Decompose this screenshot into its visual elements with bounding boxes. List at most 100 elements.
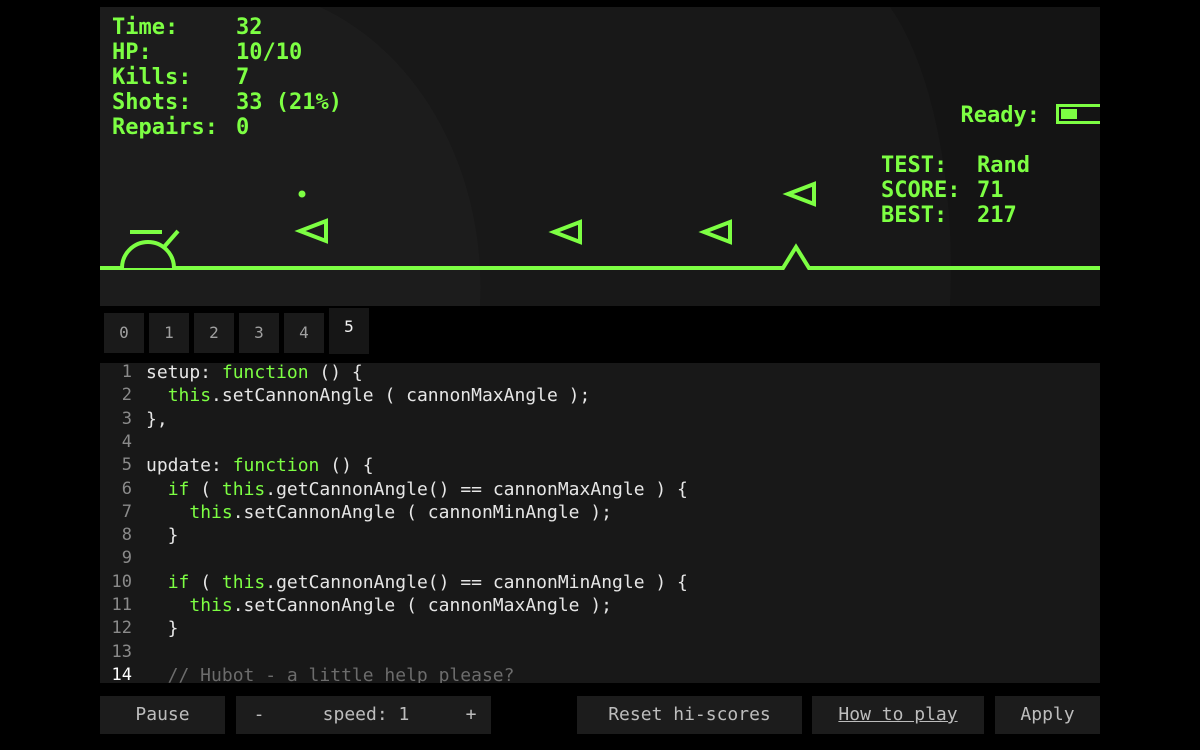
code-keyword: this [221,571,266,593]
code-line[interactable]: 1 setup: function () { [100,363,1100,384]
code-line[interactable]: 9 [100,547,1100,570]
hud-score-row: TEST: Rand [881,153,1100,178]
code-line[interactable]: 3}, [100,408,1100,431]
hud-stat-row: Shots: 33 (21%) [112,90,342,115]
code-token: () { [319,455,374,477]
hud-stat-label: Repairs: [112,115,218,140]
code-text: setup: function () { [146,363,363,384]
hud-stat-value: 32 [236,15,263,40]
hud-score-label: SCORE: [881,178,961,203]
code-keyword: if [167,478,190,500]
code-text: } [146,617,179,640]
how-to-play-link[interactable]: How to play [812,696,984,734]
line-number: 1 [121,363,132,382]
code-text: this.setCannonAngle ( cannonMaxAngle ); [146,594,612,617]
ready-meter-fill [1061,109,1078,119]
code-line[interactable]: 2 this.setCannonAngle ( cannonMaxAngle )… [100,384,1100,407]
line-number: 10 [111,571,132,592]
hud-score-row: BEST: 217 [881,203,1100,228]
code-line[interactable]: 7 this.setCannonAngle ( cannonMinAngle )… [100,501,1100,524]
code-text: if ( this.getCannonAngle() == cannonMinA… [146,571,688,594]
pause-button[interactable]: Pause [100,696,225,734]
code-token: }, [146,408,168,430]
line-number: 3 [121,408,132,429]
line-number: 13 [111,641,132,662]
line-number: 4 [121,431,132,452]
level-tabs: 012345 [104,308,374,354]
code-line[interactable]: 10 if ( this.getCannonAngle() == cannonM… [100,571,1100,594]
code-line[interactable]: 12 } [100,617,1100,640]
hud-stat-row: HP: 10/10 [112,40,342,65]
code-line[interactable]: 4 [100,431,1100,454]
code-keyword: function [232,455,320,477]
code-token: update: [146,455,233,477]
speed-label: speed: 1 [322,704,410,725]
code-token: .setCannonAngle ( cannonMinAngle ); [232,501,613,523]
hud-score-value: 71 [977,178,1004,203]
ready-meter [1056,104,1100,124]
code-comment: // Hubot - a little help please? [146,664,515,683]
code-keyword: this [167,385,212,407]
line-number: 9 [121,548,132,569]
code-keyword: this [221,478,266,500]
code-token: .getCannonAngle() == cannonMinAngle ) { [265,571,688,593]
hud-stat-row: Time: 32 [112,15,342,40]
hud-ready-label: Ready: [960,103,1040,128]
code-line[interactable]: 14 // Hubot - a little help please? [100,664,1100,683]
code-token: } [146,525,179,547]
line-number: 11 [111,595,132,615]
code-token: } [146,618,179,640]
code-line[interactable]: 5 update: function () { [100,454,1100,477]
hud-stat-label: HP: [112,40,152,65]
line-number: 2 [121,385,132,406]
line-number: 14 [111,664,132,683]
speed-decrease-button[interactable]: - [250,696,268,734]
speed-control: - speed: 1 + [236,696,491,734]
cannon-shell [298,190,306,198]
hud-ready-row: Ready: [881,78,1100,128]
hud-stat-label: Shots: [112,90,192,115]
code-line[interactable]: 13 [100,641,1100,664]
hud-stat-value: 10/10 [236,40,303,65]
hud-score-label: TEST: [881,153,948,178]
code-editor[interactable]: 1 setup: function () {2 this.setCannonAng… [100,363,1100,683]
code-text: if ( this.getCannonAngle() == cannonMaxA… [146,478,688,501]
reset-hiscores-button[interactable]: Reset hi-scores [577,696,802,734]
code-token: .getCannonAngle() == cannonMaxAngle ) { [265,478,688,500]
hud-stat-label: Time: [112,15,179,40]
hud-stats: Time: 32 HP: 10/10 Kills: 7 Shots: 33 (21%) Repa… [112,15,342,140]
line-number: 12 [111,618,132,639]
tab-4[interactable]: 4 [284,313,324,353]
code-keyword: this [189,501,233,523]
speed-increase-button[interactable]: + [461,696,481,734]
tab-3[interactable]: 3 [239,313,279,353]
code-text: } [146,524,179,547]
line-number: 8 [121,525,132,546]
hud-score-row: SCORE: 71 [881,178,1100,203]
code-text: this.setCannonAngle ( cannonMinAngle ); [146,501,612,524]
tab-5[interactable]: 5 [329,308,369,354]
line-number: 6 [121,478,132,499]
tab-1[interactable]: 1 [149,313,189,353]
game-canvas[interactable]: Time: 32 HP: 10/10 Kills: 7 Shots: 33 (21%) Repa… [100,7,1100,306]
code-token: () { [308,363,363,383]
line-number: 7 [121,501,132,522]
code-text: this.setCannonAngle ( cannonMaxAngle ); [146,384,591,407]
code-line[interactable]: 6 if ( this.getCannonAngle() == cannonMa… [100,478,1100,501]
code-keyword: this [189,595,233,616]
code-line[interactable]: 11 this.setCannonAngle ( cannonMaxAngle … [100,594,1100,617]
hud-stat-value: 7 [236,65,250,90]
cannon-barrel-tip [162,229,180,249]
hud-stat-row: Kills: 7 [112,65,342,90]
apply-button[interactable]: Apply [995,696,1100,734]
player-cannon [120,229,180,269]
code-keyword: if [167,571,190,593]
line-number: 5 [121,455,132,476]
code-text: }, [146,408,168,431]
code-text: update: function () { [146,454,374,477]
tab-0[interactable]: 0 [104,313,144,353]
code-line[interactable]: 8 } [100,524,1100,547]
tab-2[interactable]: 2 [194,313,234,353]
